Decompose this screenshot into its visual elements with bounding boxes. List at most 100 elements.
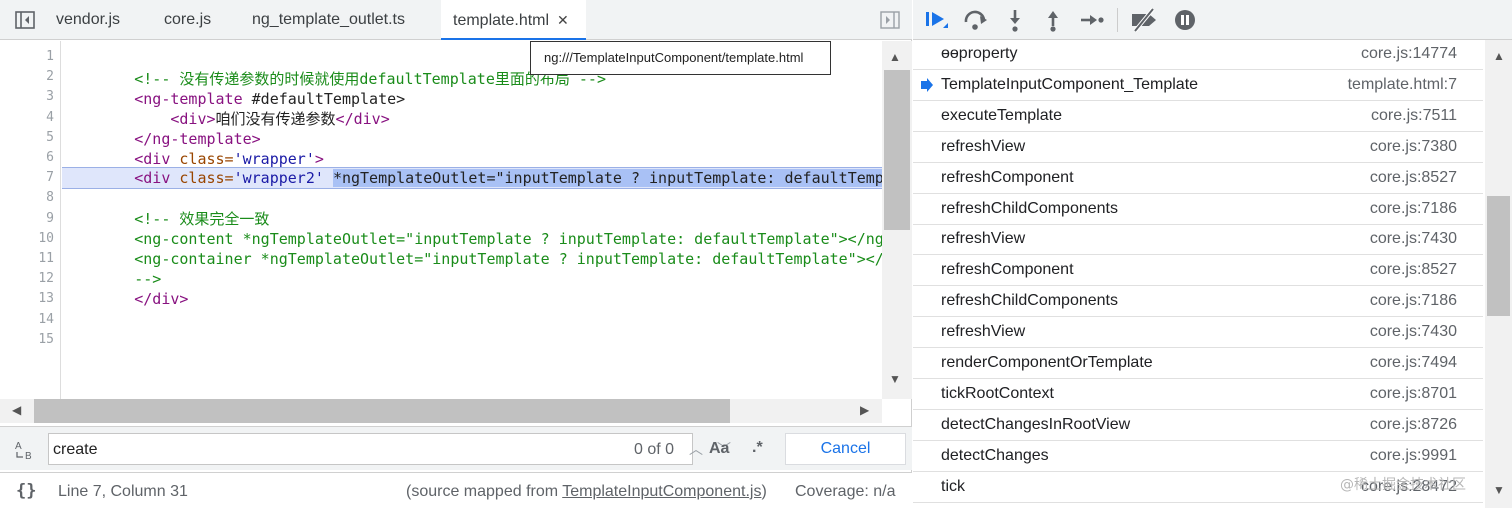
vertical-scroll-thumb[interactable]: [884, 70, 910, 230]
code-line-4[interactable]: <div>咱们没有传递参数</div>: [62, 109, 882, 129]
deactivate-breakpoints-button[interactable]: [1129, 6, 1159, 34]
scroll-up-icon[interactable]: ▲: [889, 51, 901, 63]
call-frame-name: executeTemplate: [941, 106, 1062, 124]
code-tag: >: [314, 150, 324, 168]
replace-toggle-button[interactable]: A B: [14, 439, 36, 462]
cancel-button[interactable]: Cancel: [785, 433, 906, 465]
code-line-12[interactable]: -->: [62, 269, 882, 289]
watermark: @稀土掘金技术社区: [1340, 477, 1466, 493]
line-number[interactable]: 5: [0, 130, 54, 145]
toggle-debugger-button[interactable]: [880, 11, 900, 29]
code-line-11[interactable]: <ng-container *ngTemplateOutlet="inputTe…: [62, 249, 882, 269]
call-frame[interactable]: renderComponentOrTemplate core.js:7494: [913, 348, 1483, 379]
code-tag: <div>: [170, 110, 216, 128]
scroll-down-icon[interactable]: ▼: [889, 373, 901, 385]
step-out-button[interactable]: [1039, 6, 1069, 34]
line-number[interactable]: 3: [0, 89, 54, 104]
step-over-button[interactable]: [961, 6, 991, 34]
source-map-link[interactable]: TemplateInputComponent.js: [562, 483, 761, 500]
call-frame-location: core.js:8527: [1369, 261, 1457, 279]
line-number[interactable]: 2: [0, 69, 54, 84]
line-number[interactable]: 9: [0, 211, 54, 226]
code-line-3[interactable]: <ng-template #defaultTemplate>: [62, 89, 882, 109]
scroll-down-icon[interactable]: ▼: [1493, 484, 1505, 496]
line-number[interactable]: 11: [0, 251, 54, 266]
horizontal-scroll-thumb[interactable]: [34, 399, 730, 423]
code-line-10[interactable]: <ng-content *ngTemplateOutlet="inputTemp…: [62, 229, 882, 249]
call-frame[interactable]: refreshView core.js:7380: [913, 132, 1483, 163]
tab-label: core.js: [164, 11, 212, 28]
line-number[interactable]: 6: [0, 150, 54, 165]
call-frame[interactable]: detectChangesInRootView core.js:8726: [913, 410, 1483, 441]
step-into-button[interactable]: [1001, 6, 1031, 34]
line-number[interactable]: 15: [0, 332, 54, 347]
search-box: 0 of 0 ︿ ﹀: [48, 433, 731, 465]
call-frame-name: renderComponentOrTemplate: [941, 354, 1153, 371]
tab-core-js[interactable]: core.js: [164, 0, 211, 40]
search-input[interactable]: [53, 438, 573, 462]
call-frame[interactable]: detectChanges core.js:9991: [913, 441, 1483, 472]
code-line-13[interactable]: </div>: [62, 289, 882, 309]
tab-label: template.html: [453, 12, 550, 29]
code-string: 'wrapper': [233, 150, 315, 168]
svg-text:B: B: [25, 451, 32, 461]
scroll-up-icon[interactable]: ▲: [1493, 50, 1505, 62]
call-stack-list: ɵɵproperty core.js:14774 TemplateInputComp…: [913, 40, 1483, 508]
call-frame[interactable]: tickRootContext core.js:8701: [913, 379, 1483, 410]
call-frame-location: core.js:8701: [1369, 384, 1457, 402]
call-frame[interactable]: refreshView core.js:7430: [913, 224, 1483, 256]
resume-button[interactable]: [923, 6, 953, 34]
line-number[interactable]: 12: [0, 271, 54, 286]
code-tag: <div: [134, 150, 171, 168]
file-path-tooltip: ng:///TemplateInputComponent/template.ht…: [530, 41, 831, 75]
line-number[interactable]: 7: [0, 170, 54, 185]
tab-template-html[interactable]: template.html ✕: [441, 0, 586, 40]
call-frame[interactable]: refreshChildComponents core.js:7186: [913, 194, 1483, 225]
call-frame-location: core.js:7430: [1369, 323, 1457, 341]
call-frame[interactable]: refreshView core.js:7430: [913, 317, 1483, 349]
call-frame[interactable]: refreshComponent core.js:8527: [913, 163, 1483, 194]
toolbar-divider: [1117, 8, 1118, 32]
code-attr: class=: [170, 150, 234, 168]
previous-match-icon[interactable]: ︿: [689, 439, 703, 459]
call-frame[interactable]: refreshComponent core.js:8527: [913, 255, 1483, 287]
call-frame-location: core.js:7186: [1369, 199, 1457, 217]
call-frame-current[interactable]: TemplateInputComponent_Template template.…: [913, 70, 1483, 101]
line-number[interactable]: 8: [0, 190, 54, 205]
pause-on-exceptions-button[interactable]: [1171, 6, 1201, 34]
match-count: 0 of 0: [634, 441, 675, 458]
code-editor[interactable]: 1 2 3 4 5 6 7 8 9 10 11 12 13 14 15 <!-- 没有传递参数的时候就使用d…: [0, 41, 912, 399]
line-number[interactable]: 4: [0, 110, 54, 125]
call-frame[interactable]: executeTemplate core.js:7511: [913, 101, 1483, 132]
line-number[interactable]: 1: [0, 49, 54, 64]
code-line-5[interactable]: </ng-template>: [62, 129, 882, 149]
call-frame-name: ɵɵproperty: [941, 45, 1018, 62]
scroll-right-icon[interactable]: ▶: [860, 404, 869, 416]
toggle-navigator-button[interactable]: [15, 11, 35, 29]
resume-icon: [926, 12, 948, 28]
call-frame[interactable]: ɵɵproperty core.js:14774: [913, 39, 1483, 70]
call-stack-scroll-thumb[interactable]: [1487, 196, 1510, 316]
scroll-left-icon[interactable]: ◀: [12, 404, 21, 416]
step-button[interactable]: [1077, 6, 1107, 34]
line-number[interactable]: 10: [0, 231, 54, 246]
step-icon: [1081, 15, 1104, 25]
source-map-info: (source mapped from TemplateInputCompone…: [406, 483, 767, 501]
code-line-9[interactable]: <!-- 效果完全一致: [62, 209, 882, 229]
line-number[interactable]: 13: [0, 291, 54, 306]
line-number[interactable]: 14: [0, 312, 54, 327]
code-line-7-current[interactable]: <div class='wrapper2' *ngTemplateOutlet=…: [62, 167, 882, 189]
call-frame-name: tick: [941, 477, 965, 495]
call-frame-location: core.js:7380: [1369, 137, 1457, 155]
tab-vendor-js[interactable]: vendor.js: [56, 0, 120, 40]
line-number-gutter: 1 2 3 4 5 6 7 8 9 10 11 12 13 14 15: [0, 41, 61, 399]
tab-ng-template-outlet-ts[interactable]: ng_template_outlet.ts: [252, 0, 405, 40]
pretty-print-icon[interactable]: {}: [16, 481, 36, 501]
close-icon[interactable]: ✕: [557, 12, 569, 28]
code-line-6[interactable]: <div class='wrapper'>: [62, 149, 882, 169]
call-frame-location: core.js:7494: [1369, 354, 1457, 371]
regex-toggle[interactable]: .*: [752, 439, 763, 457]
call-frame[interactable]: refreshChildComponents core.js:7186: [913, 286, 1483, 318]
match-case-toggle[interactable]: Aa: [709, 440, 729, 458]
call-frame-name: detectChangesInRootView: [941, 415, 1131, 433]
